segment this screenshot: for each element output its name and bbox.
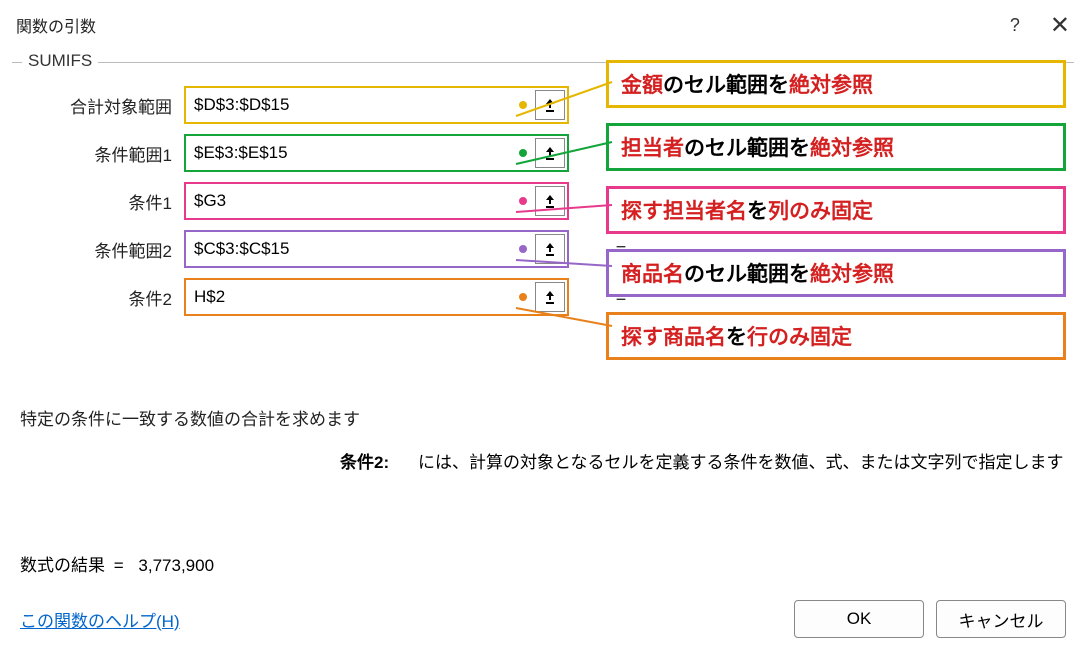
arg-help-label: 条件2: bbox=[340, 448, 400, 473]
titlebar: 関数の引数 ? ✕ bbox=[0, 0, 1086, 50]
result-value: 3,773,900 bbox=[138, 556, 214, 575]
arg-input-criteria-1[interactable] bbox=[186, 184, 519, 218]
function-description: 特定の条件に一致する数値の合計を求めます bbox=[20, 405, 1066, 430]
arg-label: 条件範囲2 bbox=[22, 237, 172, 262]
group-label: SUMIFS bbox=[22, 51, 98, 71]
arg-label: 条件2 bbox=[22, 285, 172, 310]
arg-input-wrap bbox=[184, 182, 569, 220]
ok-button[interactable]: OK bbox=[794, 600, 924, 638]
dialog-title: 関数の引数 bbox=[16, 13, 96, 37]
arg-input-wrap bbox=[184, 278, 569, 316]
result-equals: = bbox=[114, 556, 124, 575]
annotation-callouts: 金額のセル範囲を絶対参照 担当者のセル範囲を絶対参照 探す担当者名を列のみ固定 … bbox=[606, 60, 1066, 375]
range-selector-button[interactable] bbox=[535, 282, 565, 312]
callout-criteria-range-2: 商品名のセル範囲を絶対参照 bbox=[606, 249, 1066, 297]
range-selector-button[interactable] bbox=[535, 186, 565, 216]
arg-input-wrap bbox=[184, 230, 569, 268]
help-button[interactable]: ? bbox=[1010, 15, 1020, 36]
arg-label: 条件1 bbox=[22, 189, 172, 214]
bottom-bar: この関数のヘルプ(H) OK キャンセル bbox=[20, 600, 1066, 638]
callout-criteria-2: 探す商品名を行のみ固定 bbox=[606, 312, 1066, 360]
arg-input-wrap bbox=[184, 134, 569, 172]
arg-input-criteria-2[interactable] bbox=[186, 280, 519, 314]
callout-anchor bbox=[519, 197, 527, 205]
callout-anchor bbox=[519, 245, 527, 253]
range-selector-button[interactable] bbox=[535, 234, 565, 264]
range-selector-button[interactable] bbox=[535, 138, 565, 168]
arg-input-criteria-range-1[interactable] bbox=[186, 136, 519, 170]
arg-input-sum-range[interactable] bbox=[186, 88, 519, 122]
callout-anchor bbox=[519, 293, 527, 301]
arg-input-wrap bbox=[184, 86, 569, 124]
arg-help-text: には、計算の対象となるセルを定義する条件を数値、式、または文字列で指定します bbox=[418, 448, 1064, 473]
callout-criteria-1: 探す担当者名を列のみ固定 bbox=[606, 186, 1066, 234]
formula-result: 数式の結果 = 3,773,900 bbox=[20, 551, 214, 576]
result-label: 数式の結果 bbox=[20, 556, 105, 575]
cancel-button[interactable]: キャンセル bbox=[936, 600, 1066, 638]
arg-label: 合計対象範囲 bbox=[22, 93, 172, 118]
close-button[interactable]: ✕ bbox=[1050, 11, 1070, 40]
callout-sum-range: 金額のセル範囲を絶対参照 bbox=[606, 60, 1066, 108]
argument-help: 条件2: には、計算の対象となるセルを定義する条件を数値、式、または文字列で指定… bbox=[20, 448, 1066, 473]
range-selector-button[interactable] bbox=[535, 90, 565, 120]
arg-input-criteria-range-2[interactable] bbox=[186, 232, 519, 266]
arg-label: 条件範囲1 bbox=[22, 141, 172, 166]
callout-criteria-range-1: 担当者のセル範囲を絶対参照 bbox=[606, 123, 1066, 171]
callout-anchor bbox=[519, 149, 527, 157]
callout-anchor bbox=[519, 101, 527, 109]
function-help-link[interactable]: この関数のヘルプ(H) bbox=[20, 607, 180, 632]
